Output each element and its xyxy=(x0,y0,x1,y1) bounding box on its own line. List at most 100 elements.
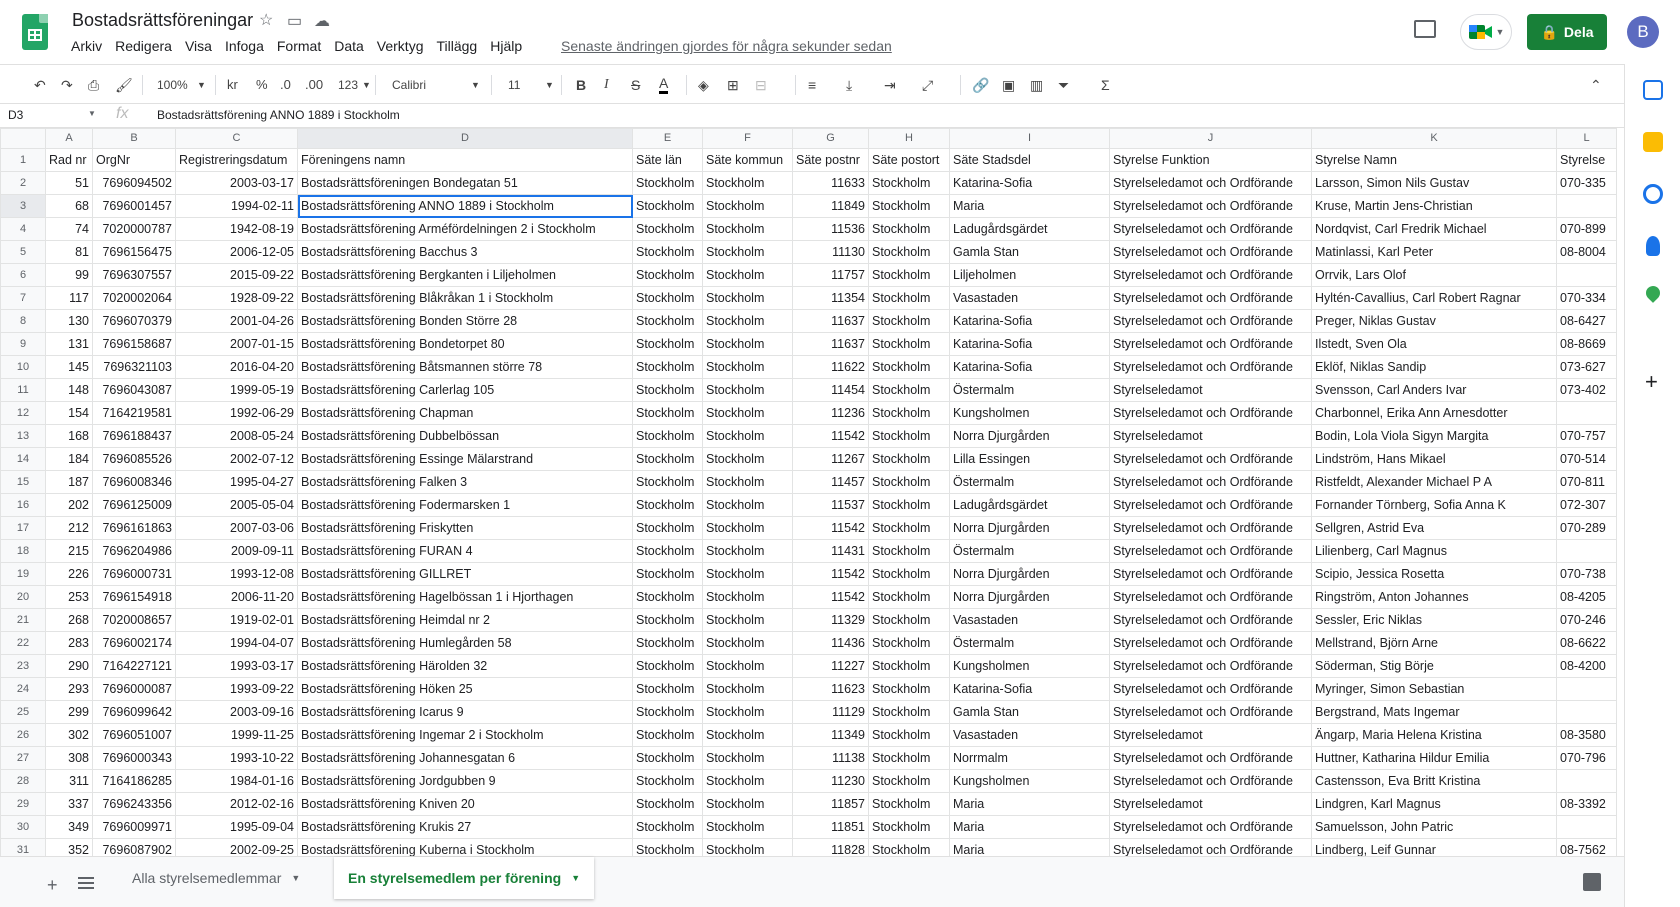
cell[interactable]: 290 xyxy=(45,654,93,678)
cell[interactable]: Kungsholmen xyxy=(949,769,1110,793)
row-header[interactable]: 16 xyxy=(0,493,46,517)
cell[interactable]: 11349 xyxy=(792,723,869,747)
cell[interactable]: Bostadsrättsförening Höken 25 xyxy=(297,677,633,701)
bold-button[interactable]: B xyxy=(576,74,586,96)
cell[interactable]: Styrelseledamot och Ordförande xyxy=(1109,309,1312,333)
cell[interactable]: Stockholm xyxy=(702,171,793,195)
cell[interactable]: Styrelseledamot och Ordförande xyxy=(1109,815,1312,839)
cell[interactable]: 1995-04-27 xyxy=(175,470,298,494)
menu-item[interactable]: Format xyxy=(277,38,328,54)
cell[interactable]: Stockholm xyxy=(868,332,950,356)
cell[interactable]: Ilstedt, Sven Ola xyxy=(1311,332,1557,356)
cell[interactable]: Kungsholmen xyxy=(949,401,1110,425)
cell[interactable]: Säte postort xyxy=(868,148,950,172)
cell[interactable]: Stockholm xyxy=(868,286,950,310)
cell[interactable]: Orrvik, Lars Olof xyxy=(1311,263,1557,287)
row-header[interactable]: 14 xyxy=(0,447,46,471)
cell[interactable]: 08-3392 xyxy=(1556,792,1617,816)
vertical-align-icon[interactable]: ⤓ xyxy=(846,74,852,96)
cell[interactable]: 2012-02-16 xyxy=(175,792,298,816)
cell[interactable]: Stockholm xyxy=(702,792,793,816)
cell[interactable]: 1994-04-07 xyxy=(175,631,298,655)
cell[interactable]: Bostadsrättsförening Båtsmannen större 7… xyxy=(297,355,633,379)
spreadsheet-grid[interactable]: ABCDEFGHIJKL 1 Rad nr OrgNr Registreringsda… xyxy=(0,128,1624,856)
increase-decimals-button[interactable]: .00 xyxy=(305,74,323,96)
cell[interactable]: Styrelseledamot och Ordförande xyxy=(1109,194,1312,218)
cell[interactable]: Bostadsrättsförening Hagelbössan 1 i Hjo… xyxy=(297,585,633,609)
cell[interactable]: Stockholm xyxy=(702,401,793,425)
cell[interactable]: Larsson, Simon Nils Gustav xyxy=(1311,171,1557,195)
cell[interactable]: Ladugårdsgärdet xyxy=(949,493,1110,517)
cell[interactable]: Maria xyxy=(949,194,1110,218)
cell[interactable]: Katarina-Sofia xyxy=(949,309,1110,333)
row-header[interactable]: 19 xyxy=(0,562,46,586)
cell[interactable]: 2006-11-20 xyxy=(175,585,298,609)
cell[interactable]: 11138 xyxy=(792,746,869,770)
column-header[interactable]: J xyxy=(1109,128,1312,149)
cell[interactable]: 11828 xyxy=(792,838,869,856)
cell[interactable]: Styrelseledamot och Ordförande xyxy=(1109,263,1312,287)
cell[interactable]: 184 xyxy=(45,447,93,471)
cell[interactable]: Lilienberg, Carl Magnus xyxy=(1311,539,1557,563)
cell[interactable]: 226 xyxy=(45,562,93,586)
cell[interactable]: Stockholm xyxy=(632,447,703,471)
comments-icon[interactable] xyxy=(1414,20,1436,38)
column-header[interactable]: E xyxy=(632,128,703,149)
column-header[interactable]: I xyxy=(949,128,1110,149)
cell[interactable]: Styrelseledamot och Ordförande xyxy=(1109,240,1312,264)
cell[interactable]: 08-4200 xyxy=(1556,654,1617,678)
cell[interactable]: 7696051007 xyxy=(92,723,176,747)
cell[interactable]: Östermalm xyxy=(949,378,1110,402)
cell[interactable]: 2002-07-12 xyxy=(175,447,298,471)
cell[interactable]: Stockholm xyxy=(868,838,950,856)
cell[interactable]: 7696204986 xyxy=(92,539,176,563)
cell[interactable]: 7696094502 xyxy=(92,171,176,195)
cell[interactable]: 293 xyxy=(45,677,93,701)
row-header[interactable]: 20 xyxy=(0,585,46,609)
cell[interactable]: Stockholm xyxy=(702,723,793,747)
cell[interactable]: Bostadsrättsförening FURAN 4 xyxy=(297,539,633,563)
cell[interactable]: Castensson, Eva Britt Kristina xyxy=(1311,769,1557,793)
cell[interactable]: 11354 xyxy=(792,286,869,310)
cell[interactable]: Stockholm xyxy=(702,677,793,701)
row-header[interactable]: 2 xyxy=(0,171,46,195)
row-header[interactable]: 27 xyxy=(0,746,46,770)
cell[interactable]: Stockholm xyxy=(868,769,950,793)
paint-format-icon[interactable]: 🖌 xyxy=(115,74,133,96)
cell[interactable]: Stockholm xyxy=(702,838,793,856)
cell[interactable]: 070-289 xyxy=(1556,516,1617,540)
cell[interactable]: Stockholm xyxy=(632,723,703,747)
cell[interactable]: 11329 xyxy=(792,608,869,632)
last-edit-link[interactable]: Senaste ändringen gjordes för några seku… xyxy=(561,38,892,54)
cell[interactable]: 070-757 xyxy=(1556,424,1617,448)
cell[interactable]: Styrelseledamot och Ordförande xyxy=(1109,677,1312,701)
cell[interactable]: Styrelse Namn xyxy=(1311,148,1557,172)
cell[interactable]: 11637 xyxy=(792,332,869,356)
cell[interactable]: 7164186285 xyxy=(92,769,176,793)
maps-icon[interactable] xyxy=(1643,283,1663,303)
menu-item[interactable]: Verktyg xyxy=(377,38,431,54)
functions-icon[interactable]: Σ xyxy=(1101,74,1110,96)
cell[interactable]: 08-4205 xyxy=(1556,585,1617,609)
cell[interactable]: Stockholm xyxy=(702,194,793,218)
cell[interactable]: 1992-06-29 xyxy=(175,401,298,425)
cell[interactable] xyxy=(1556,677,1617,701)
cell[interactable]: 7164219581 xyxy=(92,401,176,425)
cell[interactable]: Stockholm xyxy=(702,769,793,793)
cell[interactable]: 212 xyxy=(45,516,93,540)
cell[interactable]: Stockholm xyxy=(632,792,703,816)
cell[interactable]: Stockholm xyxy=(632,746,703,770)
cell[interactable]: Stockholm xyxy=(632,263,703,287)
currency-format-button[interactable]: kr xyxy=(227,74,238,96)
cell[interactable]: Norra Djurgården xyxy=(949,562,1110,586)
cell[interactable]: Norra Djurgården xyxy=(949,516,1110,540)
cell[interactable]: 070-514 xyxy=(1556,447,1617,471)
cell[interactable]: 7696087902 xyxy=(92,838,176,856)
add-sheet-icon[interactable]: + xyxy=(47,875,58,896)
cell[interactable]: Stockholm xyxy=(868,493,950,517)
cell[interactable]: 148 xyxy=(45,378,93,402)
cell[interactable]: Styrelseledamot och Ordförande xyxy=(1109,746,1312,770)
menu-item[interactable]: Data xyxy=(334,38,371,54)
strikethrough-button[interactable]: S xyxy=(631,74,640,96)
cell[interactable]: Bostadsrättsförening Icarus 9 xyxy=(297,700,633,724)
